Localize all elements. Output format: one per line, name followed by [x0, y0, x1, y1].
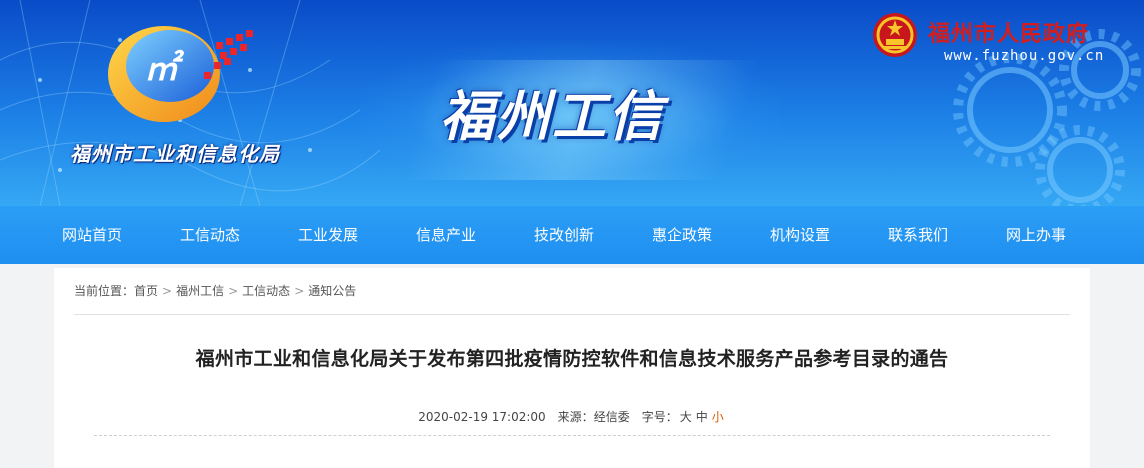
- article-meta: 2020-02-19 17:02:00 来源：经信委 字号：大中小: [54, 408, 1090, 425]
- breadcrumb-fuzhou-gongxin[interactable]: 福州工信: [176, 282, 224, 299]
- nav-item-news[interactable]: 工信动态: [151, 206, 269, 264]
- gov-name-link[interactable]: 福州市人民政府: [928, 16, 1089, 48]
- breadcrumb-notices[interactable]: 通知公告: [308, 282, 356, 299]
- breadcrumb-separator: >: [294, 284, 305, 298]
- breadcrumb-news[interactable]: 工信动态: [242, 282, 290, 299]
- nav-item-infotech[interactable]: 信息产业: [387, 206, 505, 264]
- nav-item-org[interactable]: 机构设置: [741, 206, 859, 264]
- breadcrumb: 当前位置：首页 > 福州工信 > 工信动态 > 通知公告: [74, 282, 1070, 315]
- main-nav: 网站首页 工信动态 工业发展 信息产业 技改创新 惠企政策 机构设置 联系我们 …: [0, 206, 1144, 264]
- article-date: 2020-02-19 17:02:00: [418, 410, 546, 424]
- nav-item-policy[interactable]: 惠企政策: [623, 206, 741, 264]
- nav-item-services[interactable]: 网上办事: [977, 206, 1095, 264]
- nav-item-home[interactable]: 网站首页: [33, 206, 151, 264]
- article-card: 当前位置：首页 > 福州工信 > 工信动态 > 通知公告 福州市工业和信息化局关于发布第四批…: [54, 268, 1090, 468]
- nav-item-innovation[interactable]: 技改创新: [505, 206, 623, 264]
- nav-item-contact[interactable]: 联系我们: [859, 206, 977, 264]
- header-banner: ㎡ 福州市工业和信息化局 福州工信 福州市人民政府 www.fuzhou.gov…: [0, 0, 1144, 206]
- source-label: 来源：: [557, 410, 594, 424]
- breadcrumb-prefix: 当前位置：: [74, 284, 135, 298]
- meta-divider: [94, 435, 1050, 436]
- breadcrumb-home[interactable]: 首页: [134, 282, 158, 299]
- font-size-small[interactable]: 小: [712, 410, 724, 424]
- org-name: 福州市工业和信息化局: [70, 142, 280, 166]
- nav-item-industry[interactable]: 工业发展: [269, 206, 387, 264]
- site-title: 福州工信: [440, 85, 664, 148]
- bureau-logo: ㎡: [108, 26, 253, 122]
- breadcrumb-separator: >: [162, 284, 173, 298]
- article-title: 福州市工业和信息化局关于发布第四批疫情防控软件和信息技术服务产品参考目录的通告: [195, 348, 949, 370]
- font-size-medium[interactable]: 中: [696, 410, 708, 424]
- article-source: 经信委: [593, 410, 630, 424]
- font-size-large[interactable]: 大: [680, 410, 692, 424]
- national-emblem-icon[interactable]: [872, 12, 918, 58]
- gov-url-link[interactable]: www.fuzhou.gov.cn: [944, 48, 1104, 64]
- breadcrumb-separator: >: [228, 284, 239, 298]
- font-size-label: 字号：: [641, 410, 678, 424]
